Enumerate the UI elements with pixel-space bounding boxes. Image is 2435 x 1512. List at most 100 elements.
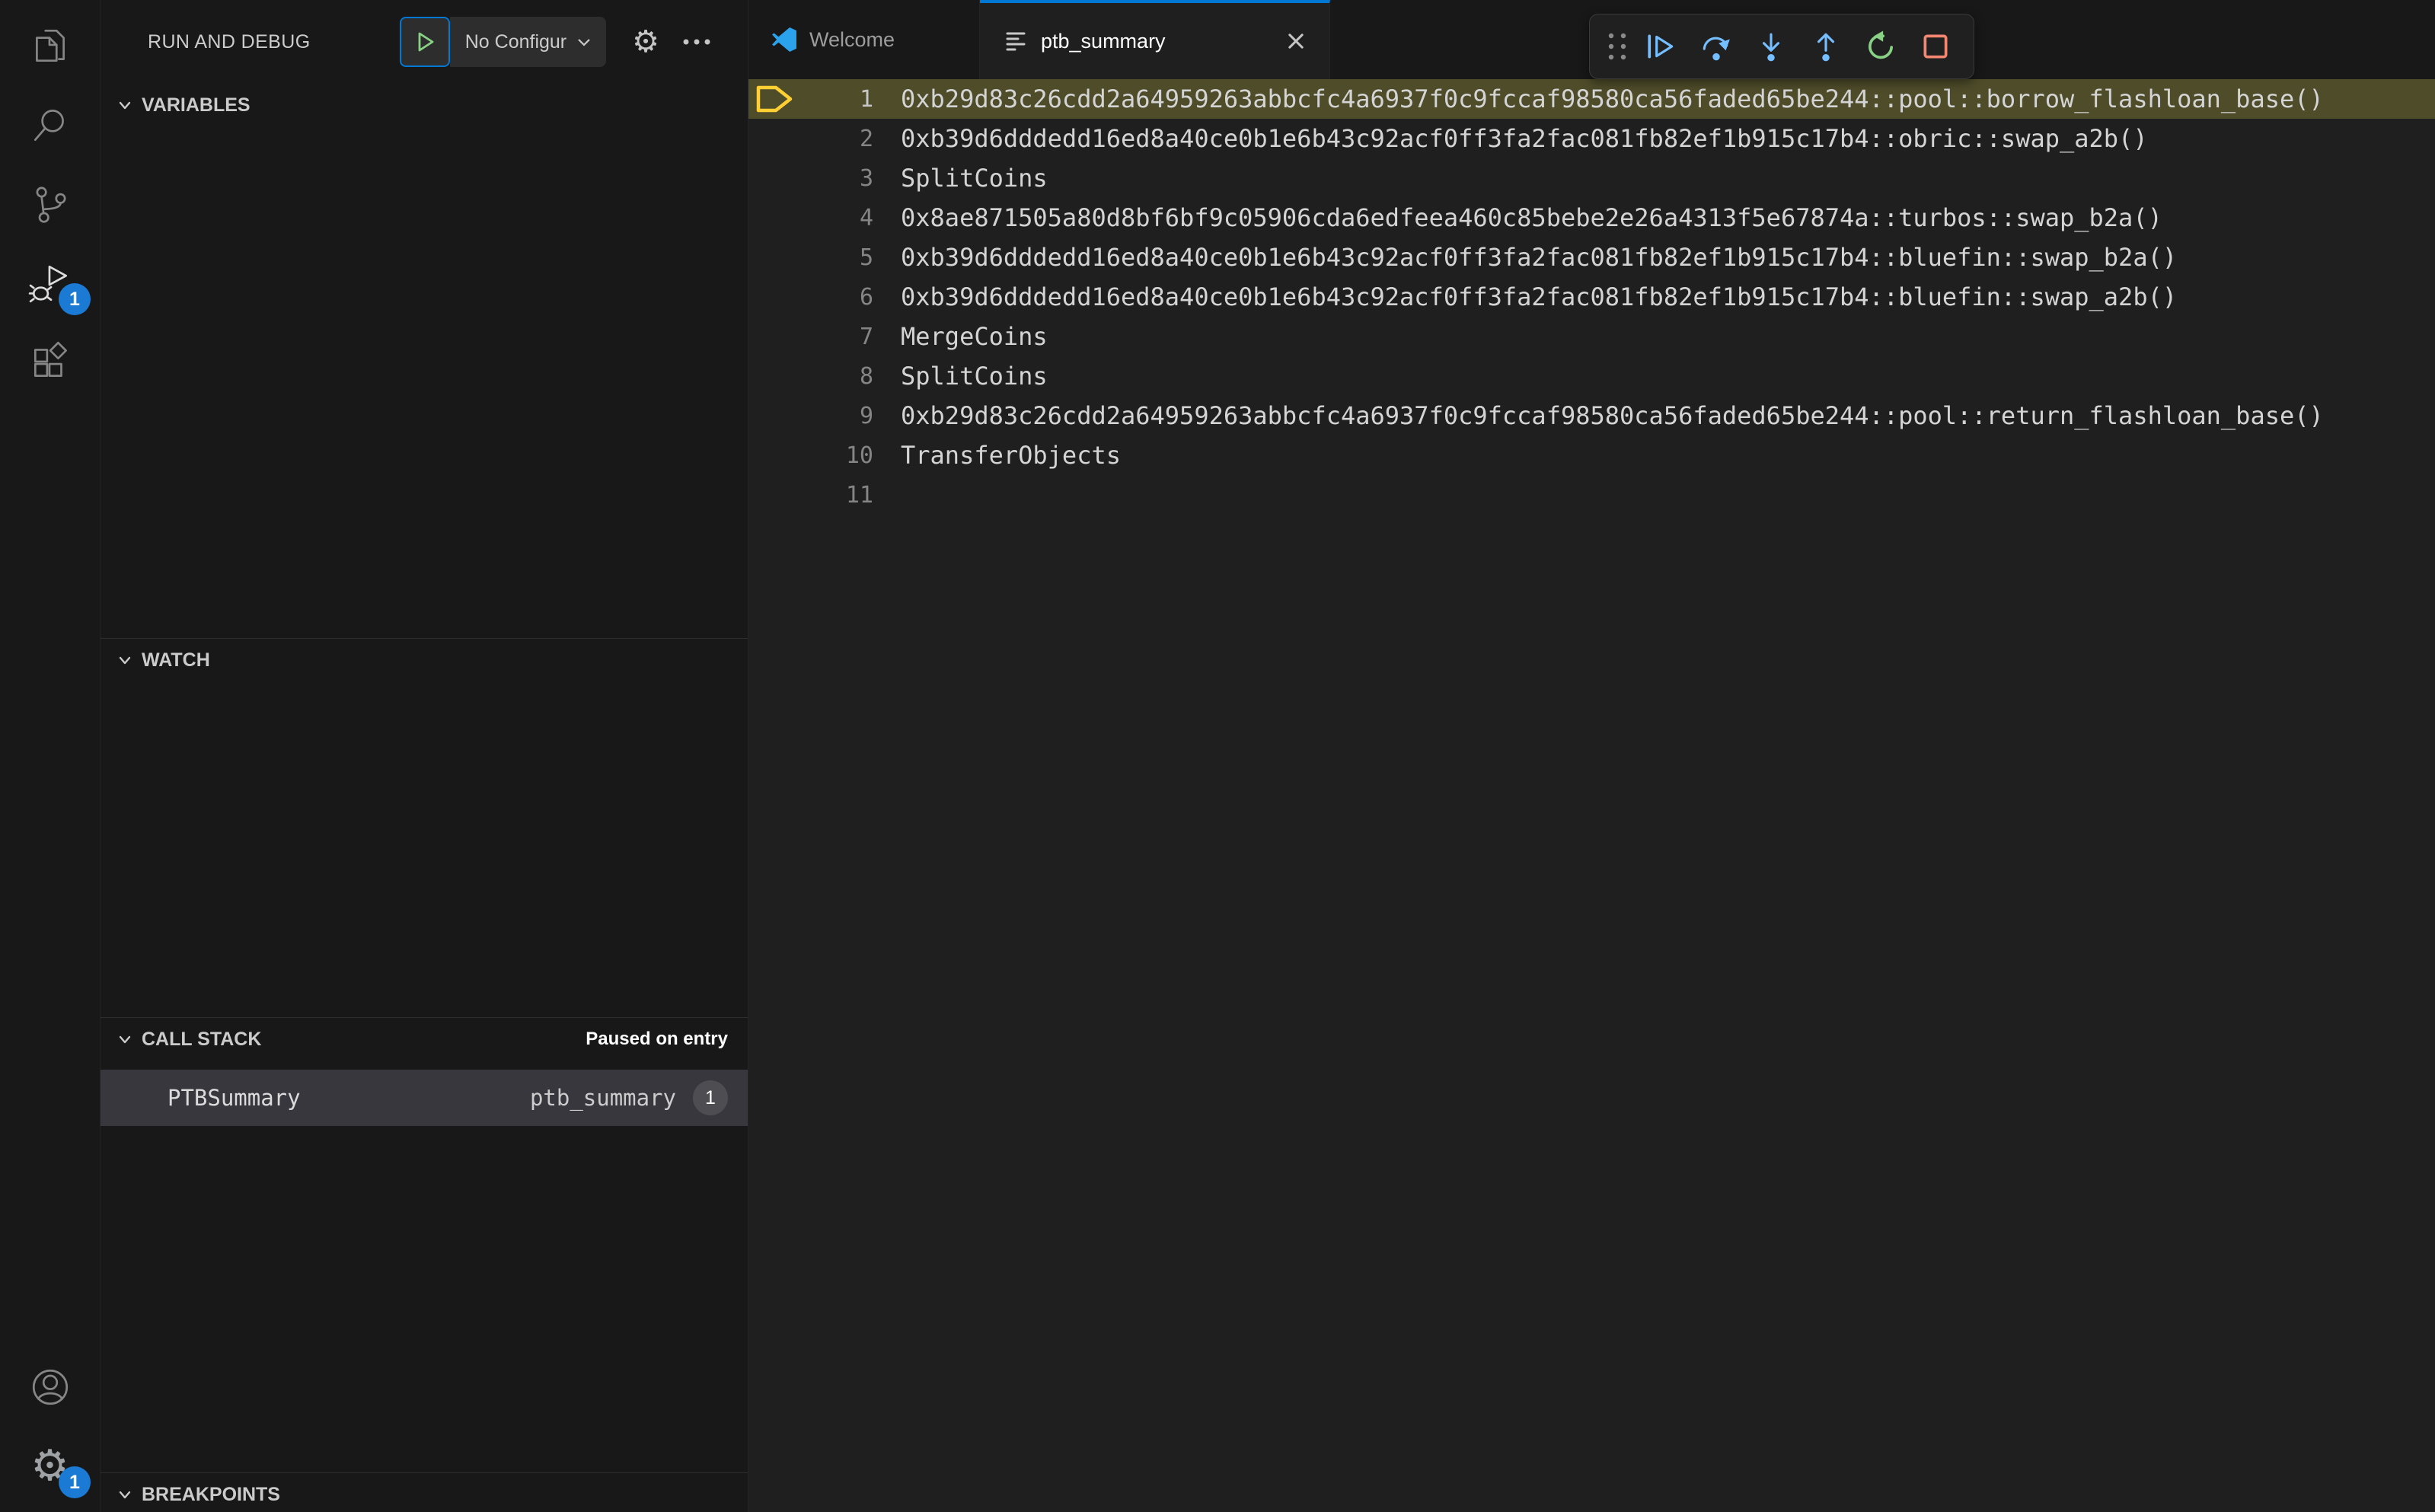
section-label: BREAKPOINTS <box>142 1483 280 1505</box>
manage-settings-button[interactable]: ⚙ 1 <box>0 1427 100 1506</box>
list-file-icon <box>1006 32 1026 51</box>
debug-step-out-icon <box>1817 33 1835 62</box>
breakpoint-gutter[interactable] <box>748 361 800 391</box>
sidebar-header: RUN AND DEBUG No Configur ⚙ <box>101 0 748 84</box>
breakpoints-section-header[interactable]: BREAKPOINTS <box>101 1473 748 1512</box>
accounts-button[interactable] <box>0 1348 100 1427</box>
close-tab-button[interactable] <box>1285 30 1307 52</box>
chevron-down-icon <box>119 1491 131 1499</box>
code-line-text[interactable]: TransferObjects <box>873 441 1121 470</box>
line-number: 3 <box>859 164 873 192</box>
chevron-down-icon <box>119 1035 131 1044</box>
debug-settings-gear-button[interactable]: ⚙ <box>632 27 659 57</box>
watch-section: WATCH <box>101 638 748 1017</box>
code-line-row: 1 0xb29d83c26cdd2a64959263abbcfc4a6937f0… <box>748 79 2435 119</box>
code-line-text[interactable]: 0x8ae871505a80d8bf6bf9c05906cda6edfeea46… <box>873 203 2162 232</box>
breakpoint-gutter[interactable] <box>748 400 800 431</box>
line-number: 2 <box>859 125 873 152</box>
breakpoint-gutter[interactable] <box>748 321 800 352</box>
code-line-text[interactable]: 0xb39d6dddedd16ed8a40ce0b1e6b43c92acf0ff… <box>873 243 2177 272</box>
tab-welcome[interactable]: Welcome <box>748 0 980 79</box>
source-control-icon <box>36 187 66 223</box>
files-icon <box>35 29 65 62</box>
stop-button[interactable] <box>1908 19 1963 74</box>
code-line-row: 6 0xb39d6dddedd16ed8a40ce0b1e6b43c92acf0… <box>748 277 2435 317</box>
stack-frame-meta: ptb_summary 1 <box>530 1080 728 1115</box>
activity-bar-top: 1 <box>0 0 100 402</box>
close-icon <box>1288 33 1304 49</box>
activity-bar: 1 ⚙ 1 <box>0 0 101 1512</box>
code-line-row: 10 TransferObjects <box>748 435 2435 475</box>
code-line-row: 8 SplitCoins <box>748 356 2435 396</box>
ellipsis-icon <box>683 39 710 45</box>
code-line-text[interactable]: 0xb39d6dddedd16ed8a40ce0b1e6b43c92acf0ff… <box>873 282 2177 311</box>
continue-button[interactable] <box>1634 19 1689 74</box>
line-number: 6 <box>859 283 873 311</box>
step-over-button[interactable] <box>1689 19 1744 74</box>
debug-config-value: No Configur <box>464 30 567 53</box>
line-number: 5 <box>859 244 873 271</box>
code-line-row: 11 <box>748 475 2435 515</box>
activity-item-search[interactable] <box>0 85 100 164</box>
code-line-text[interactable]: MergeCoins <box>873 322 1048 351</box>
chevron-down-icon <box>578 39 590 46</box>
breakpoint-gutter[interactable] <box>748 203 800 233</box>
activity-item-extensions[interactable] <box>0 323 100 402</box>
breakpoint-gutter[interactable] <box>748 440 800 471</box>
stack-frame-name: PTBSummary <box>168 1085 301 1111</box>
code-line-row: 5 0xb39d6dddedd16ed8a40ce0b1e6b43c92acf0… <box>748 238 2435 277</box>
section-label: VARIABLES <box>142 94 251 116</box>
code-line-row: 9 0xb29d83c26cdd2a64959263abbcfc4a6937f0… <box>748 396 2435 435</box>
debug-stop-icon <box>1923 34 1948 59</box>
step-out-button[interactable] <box>1798 19 1853 74</box>
tab-ptb-summary[interactable]: ptb_summary <box>980 0 1330 79</box>
debug-toolbar <box>1589 14 1974 79</box>
code-line-text[interactable]: SplitCoins <box>873 164 1048 193</box>
debug-pause-status: Paused on entry <box>586 1029 728 1049</box>
line-number: 11 <box>845 481 873 509</box>
step-into-button[interactable] <box>1744 19 1798 74</box>
breakpoint-gutter[interactable] <box>748 84 800 114</box>
debug-current-line-pointer-icon <box>756 85 793 113</box>
start-debugging-button[interactable] <box>399 17 450 67</box>
vscode-logo-icon <box>772 27 796 52</box>
breakpoint-gutter[interactable] <box>748 242 800 273</box>
call-stack-section: CALL STACK Paused on entry PTBSummary pt… <box>101 1017 748 1472</box>
debug-config-dropdown[interactable]: No Configur <box>449 17 607 67</box>
views-more-actions-button[interactable] <box>682 37 711 46</box>
settings-count-badge: 1 <box>59 1466 91 1498</box>
toolbar-drag-handle[interactable] <box>1600 30 1634 63</box>
restart-button[interactable] <box>1853 19 1908 74</box>
call-stack-section-header[interactable]: CALL STACK Paused on entry <box>101 1018 748 1061</box>
watch-section-header[interactable]: WATCH <box>101 639 748 681</box>
activity-item-run-and-debug[interactable]: 1 <box>0 244 100 323</box>
debug-continue-icon <box>1648 34 1674 59</box>
line-number: 7 <box>859 323 873 350</box>
breakpoint-gutter[interactable] <box>748 163 800 193</box>
search-icon <box>34 110 64 142</box>
code-line-text[interactable]: SplitCoins <box>873 362 1048 391</box>
editor-group: Welcome ptb_summary 1 0xb29d83c26cdd2a64… <box>748 0 2435 1512</box>
chevron-down-icon <box>119 101 131 110</box>
line-number: 9 <box>859 402 873 429</box>
breakpoint-gutter[interactable] <box>748 480 800 510</box>
code-line-text[interactable]: 0xb39d6dddedd16ed8a40ce0b1e6b43c92acf0ff… <box>873 124 2148 153</box>
code-line-row: 7 MergeCoins <box>748 317 2435 356</box>
line-number: 1 <box>859 85 873 113</box>
line-number: 4 <box>859 204 873 231</box>
code-line-text[interactable]: 0xb29d83c26cdd2a64959263abbcfc4a6937f0c9… <box>873 401 2324 430</box>
variables-section-header[interactable]: VARIABLES <box>101 84 748 126</box>
code-editor[interactable]: 1 0xb29d83c26cdd2a64959263abbcfc4a6937f0… <box>748 79 2435 1512</box>
debug-step-into-icon <box>1762 33 1780 62</box>
debug-restart-icon <box>1869 30 1894 59</box>
call-stack-frame-row[interactable]: PTBSummary ptb_summary 1 <box>101 1070 748 1126</box>
line-number: 8 <box>859 362 873 390</box>
breakpoint-gutter[interactable] <box>748 123 800 154</box>
code-line-text[interactable]: 0xb29d83c26cdd2a64959263abbcfc4a6937f0c9… <box>873 85 2324 113</box>
activity-item-explorer[interactable] <box>0 6 100 85</box>
run-and-debug-sidebar: RUN AND DEBUG No Configur ⚙ VARIABLES WA… <box>101 0 748 1512</box>
breakpoint-gutter[interactable] <box>748 282 800 312</box>
activity-item-source-control[interactable] <box>0 164 100 244</box>
account-icon <box>32 1369 68 1405</box>
debug-step-over-icon <box>1703 37 1730 61</box>
